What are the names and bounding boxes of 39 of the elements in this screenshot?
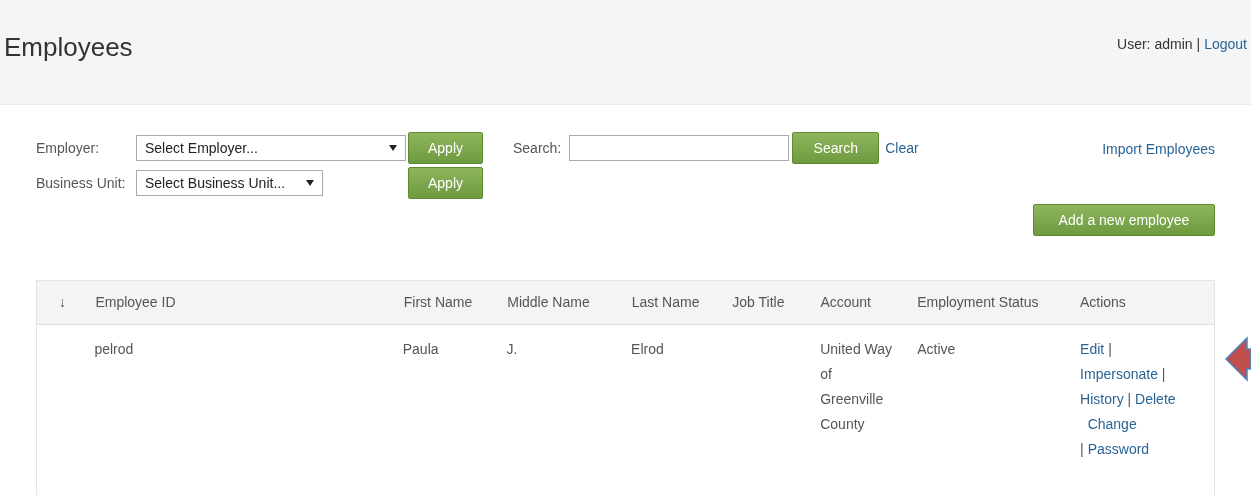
caret-icon [306,180,314,186]
separator-text: | [1080,441,1084,457]
search-field[interactable] [569,135,790,161]
sort-arrow-icon[interactable]: ↓ [59,294,66,310]
user-label: User: admin [1117,35,1193,54]
table-cell-text: United Way of Greenville County [820,340,893,434]
field-label: Search: [513,138,562,158]
action-link[interactable]: Change Password [1087,412,1160,462]
separator-text: | [1196,35,1201,54]
action-link[interactable]: Impersonate [1080,366,1158,382]
table-cell: pelrod [94,341,134,357]
action-link[interactable]: Delete [1135,391,1176,407]
arrow-icon [1225,336,1251,382]
table-cell: J. [506,341,518,357]
action-link[interactable]: History [1080,391,1124,407]
column-header: Account [820,294,871,310]
separator-text: | [1161,366,1166,382]
column-header: Employee ID [95,294,176,310]
page-title: Employees [4,31,133,64]
table-cell: Paula [402,341,439,357]
import-employees-link[interactable]: Import Employees [1102,139,1215,160]
caret-icon [389,145,397,151]
column-header: Last Name [631,294,700,310]
column-header: Job Title [732,294,785,310]
table-cell: Active [917,341,956,357]
column-header: Employment Status [917,294,1039,310]
clear-link[interactable]: Clear [885,137,919,159]
separator-text: | [1127,391,1132,407]
column-header: Middle Name [507,294,590,310]
column-header: First Name [403,294,473,310]
action-link[interactable]: Edit [1080,341,1105,357]
logout-link[interactable]: Logout [1204,34,1247,55]
select-dropdown[interactable]: Select Business Unit... [136,170,323,196]
select-dropdown[interactable]: Select Employer... [136,135,406,161]
separator-text: | [1108,341,1112,357]
field-label: Employer: [36,138,101,158]
field-label: Business Unit: [36,173,127,193]
table-cell: Elrod [631,341,664,357]
column-header: Actions [1079,294,1126,310]
